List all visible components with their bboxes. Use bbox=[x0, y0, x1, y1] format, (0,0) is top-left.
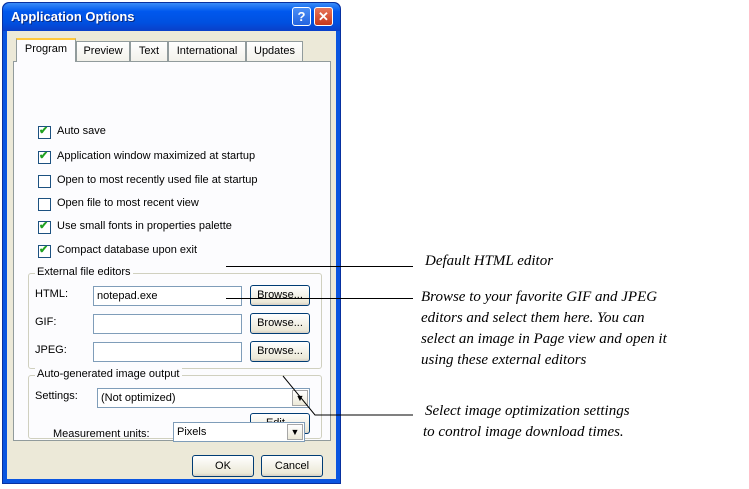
tab-program[interactable]: Program bbox=[16, 38, 76, 62]
annotation-optimization: Select image optimization settings to co… bbox=[423, 401, 725, 443]
annotation-line: Browse to your favorite GIF and JPEG bbox=[421, 289, 658, 305]
annotation-html-editor: Default HTML editor bbox=[425, 253, 554, 269]
annotation-browse: Browse to your favorite GIF and JPEG edi… bbox=[421, 287, 746, 371]
annotation-line: to control image download times. bbox=[423, 424, 624, 440]
annotation-line: using these external editors bbox=[421, 352, 587, 368]
annotation-line: select an image in Page view and open it bbox=[421, 331, 667, 347]
annotation-line: Select image optimization settings bbox=[425, 403, 630, 419]
annotation-line: editors and select them here. You can bbox=[421, 310, 645, 326]
